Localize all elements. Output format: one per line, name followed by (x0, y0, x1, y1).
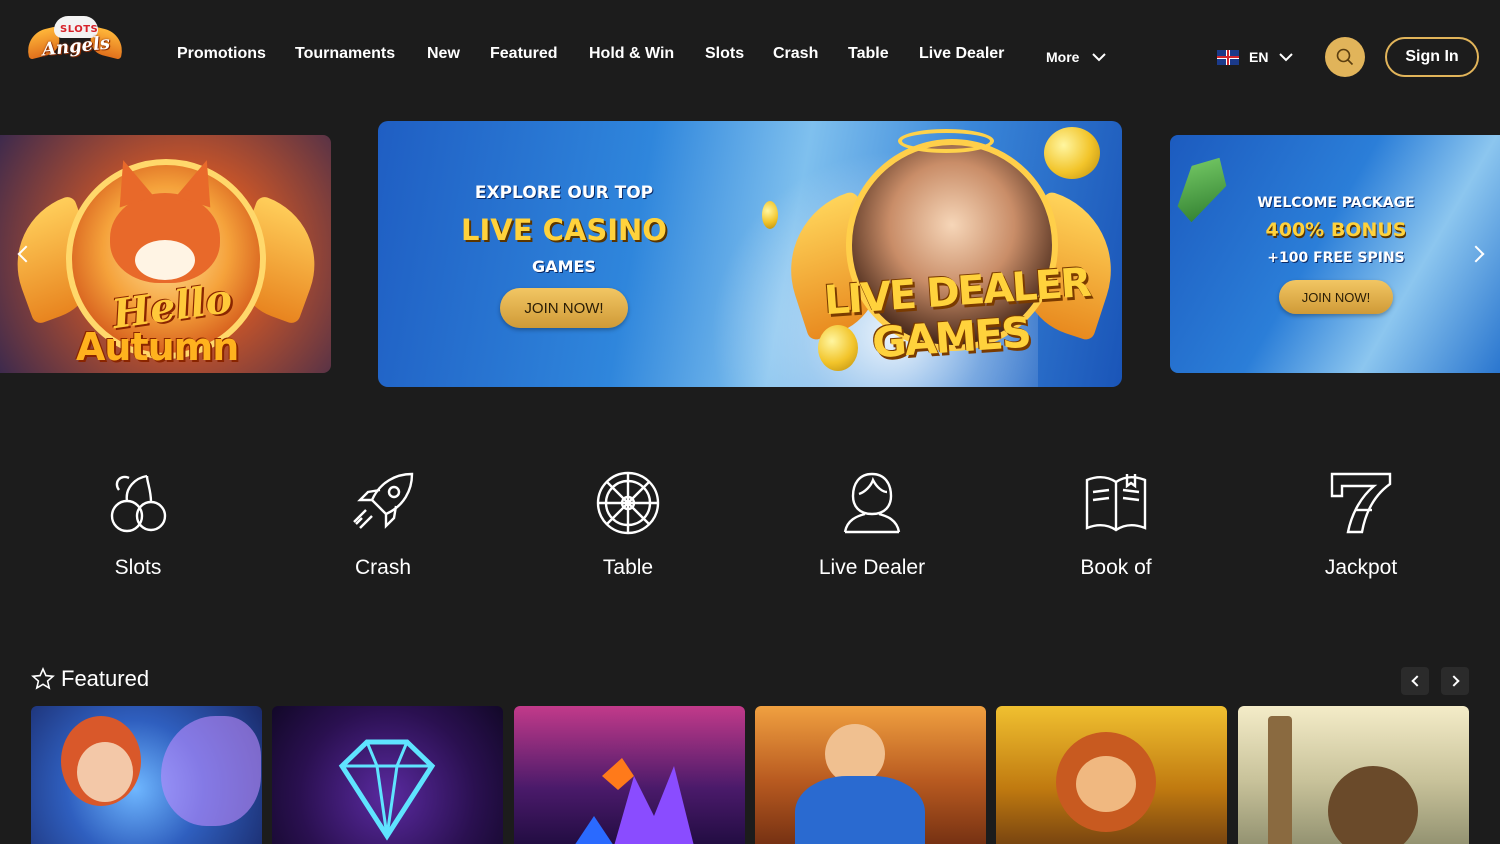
uk-flag-icon (1217, 49, 1239, 65)
banner-welcome-package[interactable]: WELCOME PACKAGE 400% BONUS +100 FREE SPI… (1170, 135, 1500, 373)
more-menu-button[interactable]: More (1046, 45, 1107, 69)
featured-prev-button[interactable] (1401, 667, 1429, 695)
category-label: Table (602, 556, 654, 579)
language-label: EN (1249, 49, 1269, 65)
nav-hold-and-win[interactable]: Hold & Win (589, 45, 674, 63)
language-selector[interactable]: EN (1217, 45, 1294, 69)
cherries-icon (110, 474, 167, 533)
chevron-right-icon (1447, 675, 1460, 687)
category-label: Live Dealer (818, 556, 926, 579)
fairy-face (77, 742, 133, 802)
fairy-wings (161, 716, 261, 826)
category-table[interactable]: Table (528, 470, 728, 580)
banner-hello-autumn[interactable]: Hello Autumn (0, 135, 331, 373)
search-button[interactable] (1325, 37, 1365, 77)
category-live-dealer[interactable]: Live Dealer (772, 470, 972, 580)
crystal-icon (575, 758, 694, 844)
banner-main-line3: GAMES (532, 257, 596, 276)
banner-left-line2: Autumn (76, 325, 239, 369)
banner-right-line1: WELCOME PACKAGE (1257, 195, 1415, 211)
search-icon (1336, 48, 1354, 66)
tree-trunk (1268, 716, 1292, 844)
site-logo[interactable]: SLOTS Angels (23, 16, 127, 72)
more-label: More (1046, 49, 1080, 65)
game-tile[interactable] (755, 706, 986, 844)
banner-right-line2: 400% BONUS (1265, 219, 1407, 241)
fox-muzzle (135, 240, 195, 280)
coin-illustration (818, 325, 858, 371)
nav-slots[interactable]: Slots (705, 45, 744, 63)
category-jackpot[interactable]: Jackpot (1261, 470, 1461, 580)
sign-in-button[interactable]: Sign In (1385, 37, 1479, 77)
banner-main-line1: EXPLORE OUR TOP (474, 183, 654, 203)
chevron-down-icon (1092, 53, 1107, 62)
category-label: Book of (1080, 556, 1152, 579)
featured-title: Featured (61, 666, 150, 691)
star-icon (31, 667, 55, 690)
nav-promotions[interactable]: Promotions (177, 45, 266, 63)
coin-illustration (1044, 127, 1100, 179)
category-label: Crash (354, 556, 412, 579)
join-now-button-secondary[interactable]: JOIN NOW! (1279, 280, 1393, 314)
game-tile[interactable] (1238, 706, 1469, 844)
rocket-icon (353, 472, 414, 529)
hero-face (825, 724, 885, 784)
site-header: SLOTS Angels Promotions Tournaments New … (0, 0, 1500, 110)
chevron-left-icon (1410, 675, 1423, 687)
gem-illustration (1170, 148, 1237, 229)
halo-icon (898, 129, 994, 153)
banner-main-line2: LIVE CASINO (461, 213, 667, 247)
chevron-down-icon (1279, 53, 1294, 62)
featured-next-button[interactable] (1441, 667, 1469, 695)
nav-live-dealer[interactable]: Live Dealer (919, 45, 1004, 63)
banner-live-casino[interactable]: LIVE DEALER GAMES EXPLORE OUR TOP LIVE C… (378, 121, 1122, 387)
nav-new[interactable]: New (427, 45, 460, 63)
coin-illustration (762, 201, 778, 229)
nav-table[interactable]: Table (848, 45, 889, 63)
category-book-of[interactable]: Book of (1016, 470, 1216, 580)
category-slots[interactable]: Slots (38, 470, 238, 580)
nav-crash[interactable]: Crash (773, 45, 818, 63)
category-crash[interactable]: Crash (283, 470, 483, 580)
banner-right-line3: +100 FREE SPINS (1267, 250, 1405, 266)
game-tile[interactable] (996, 706, 1227, 844)
game-tile[interactable] (272, 706, 503, 844)
book-icon (1085, 474, 1147, 532)
roulette-icon (596, 471, 660, 535)
featured-section-header: Featured (31, 666, 149, 692)
hero-body (795, 776, 925, 844)
game-tile[interactable] (514, 706, 745, 844)
category-label: Slots (114, 556, 162, 579)
nav-tournaments[interactable]: Tournaments (295, 45, 395, 63)
bear-illustration (1328, 766, 1418, 844)
nav-featured[interactable]: Featured (490, 45, 558, 63)
category-label: Jackpot (1324, 556, 1398, 579)
seven-icon (1330, 472, 1392, 534)
dealer-icon (843, 472, 901, 534)
monkey-face (1076, 756, 1136, 812)
diamond-icon (338, 739, 436, 841)
join-now-button[interactable]: JOIN NOW! (500, 288, 628, 328)
game-tile[interactable] (31, 706, 262, 844)
